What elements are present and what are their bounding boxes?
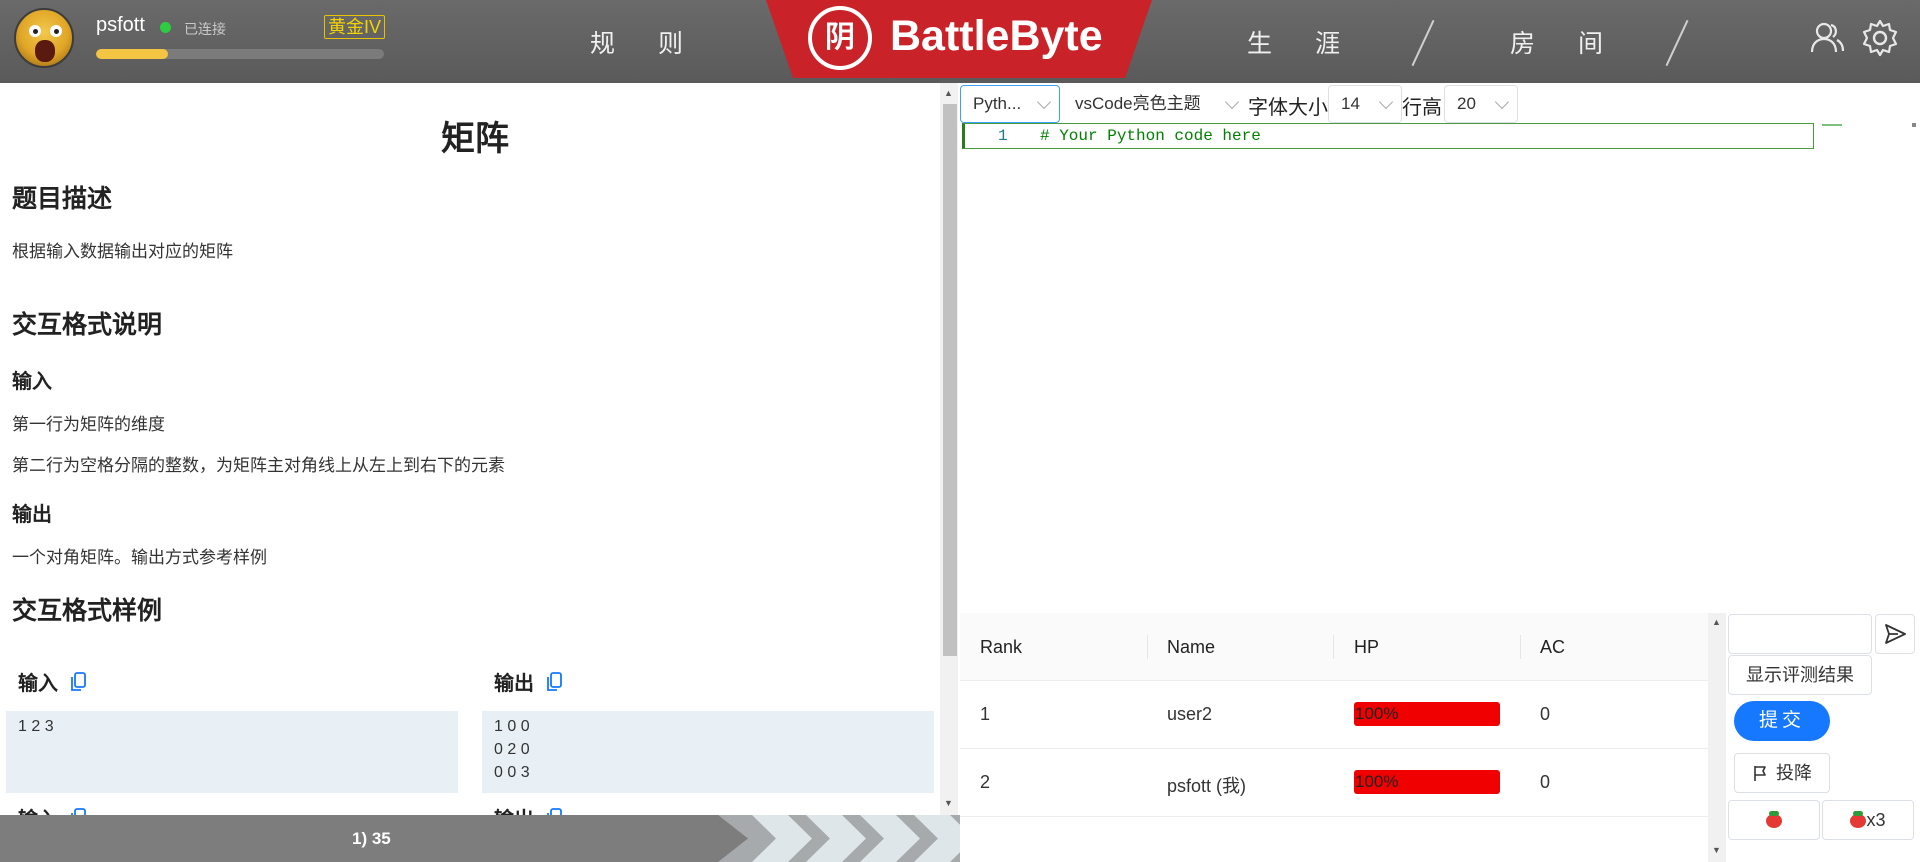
- surrender-button[interactable]: 投降: [1734, 753, 1830, 793]
- hp-bar: 100%: [1354, 702, 1500, 726]
- problem-title: 矩阵: [441, 120, 509, 158]
- cell-ac: 0: [1540, 772, 1551, 792]
- samples-heading: 交互格式样例: [12, 597, 163, 625]
- output-text: 一个对角矩阵。输出方式参考样例: [12, 548, 267, 567]
- nav-career[interactable]: 生 涯: [1247, 24, 1358, 60]
- nav-rooms[interactable]: 房 间: [1510, 24, 1621, 60]
- editor-toolbar: Pyth... vsCode亮色主题 字体大小 14 行高 20: [960, 83, 1920, 123]
- language-select[interactable]: Pyth...: [960, 85, 1060, 123]
- progress-chevron: [752, 815, 812, 862]
- connection-status: 已连接: [184, 21, 226, 37]
- column-header-ac: AC: [1540, 637, 1566, 657]
- output-heading: 输出: [12, 504, 52, 526]
- column-separator: [1333, 635, 1334, 659]
- line-height-label: 行高: [1402, 97, 1442, 119]
- copy-icon[interactable]: [70, 672, 86, 692]
- send-button[interactable]: [1875, 614, 1915, 654]
- ranking-table: Rank Name HP AC 1 user2 100% 0 2 psfott …: [960, 613, 1708, 862]
- font-size-label: 字体大小: [1248, 97, 1328, 119]
- column-header-rank: Rank: [980, 637, 1023, 657]
- code-line[interactable]: # Your Python code here: [1040, 127, 1261, 145]
- table-scrollbar[interactable]: ▲ ▼: [1708, 613, 1726, 862]
- description-heading: 题目描述: [12, 185, 113, 213]
- rank-badge: 黄金IV: [324, 15, 386, 39]
- chat-input[interactable]: [1728, 614, 1872, 654]
- chevron-down-icon: [1494, 94, 1510, 110]
- table-row[interactable]: 2 psfott (我) 100% 0: [960, 749, 1708, 817]
- logo-mark-icon: 阴: [808, 6, 872, 70]
- progress-chevron: [860, 815, 920, 862]
- scroll-down-arrow[interactable]: ▼: [944, 798, 953, 808]
- input-heading: 输入: [12, 371, 52, 393]
- format-heading: 交互格式说明: [12, 311, 163, 339]
- send-icon: [1885, 624, 1906, 644]
- users-icon[interactable]: [1807, 18, 1847, 58]
- tomato-button[interactable]: [1728, 800, 1820, 840]
- username: psfott: [96, 14, 145, 36]
- line-number: 1: [998, 127, 1008, 145]
- tomato-icon: [1766, 811, 1782, 828]
- copy-icon[interactable]: [546, 808, 562, 815]
- hp-bar: 100%: [1354, 770, 1500, 794]
- scroll-up-arrow[interactable]: ▲: [944, 88, 953, 98]
- problem-panel: 矩阵 题目描述 根据输入数据输出对应的矩阵 交互格式说明 输入 第一行为矩阵的维…: [0, 83, 940, 815]
- theme-select[interactable]: vsCode亮色主题: [1062, 85, 1248, 123]
- copy-icon[interactable]: [70, 808, 86, 815]
- scroll-down-arrow[interactable]: ▼: [1712, 845, 1721, 855]
- chevron-down-icon: [1036, 94, 1052, 110]
- cell-ac: 0: [1540, 704, 1551, 724]
- nav-divider: [1411, 19, 1435, 67]
- progress-label: 1) 35: [352, 829, 391, 848]
- sample-input-box[interactable]: 1 2 3: [6, 711, 458, 793]
- column-separator: [1520, 635, 1521, 659]
- editor-minimap[interactable]: [1822, 123, 1916, 127]
- sample-output-box[interactable]: 1 0 0 0 2 0 0 0 3: [482, 711, 934, 793]
- scroll-up-arrow[interactable]: ▲: [1712, 617, 1721, 627]
- column-header-name: Name: [1167, 637, 1216, 657]
- input-line-1: 第一行为矩阵的维度: [12, 415, 165, 434]
- top-header: psfott 已连接 黄金IV 规 则 阴 BattleByte 生 涯 房 间: [0, 0, 1920, 83]
- problem-scrollbar-thumb[interactable]: [943, 104, 957, 656]
- submit-button[interactable]: 提交: [1734, 701, 1830, 741]
- chevron-down-icon: [1378, 94, 1394, 110]
- nav-divider: [1665, 19, 1689, 67]
- sample2-output-label: 输出: [494, 803, 562, 815]
- sample-output-label: 输出: [494, 667, 562, 696]
- chevron-down-icon: [1224, 94, 1240, 110]
- progress-chevron: [914, 815, 960, 862]
- progress-chevron: [806, 815, 866, 862]
- sample2-input-label: 输入: [18, 803, 86, 815]
- show-results-button[interactable]: 显示评测结果: [1728, 655, 1872, 695]
- tomato-icon: [1850, 811, 1867, 828]
- column-separator: [1147, 635, 1148, 659]
- table-row[interactable]: 1 user2 100% 0: [960, 681, 1708, 749]
- code-editor[interactable]: 1 # Your Python code here: [960, 123, 1920, 613]
- tomato-count-button[interactable]: x3: [1822, 800, 1914, 840]
- online-status-dot: [160, 22, 171, 33]
- font-size-select[interactable]: 14: [1328, 85, 1402, 123]
- cell-rank: 2: [980, 772, 991, 792]
- logo-text: BattleByte: [890, 12, 1103, 60]
- user-avatar[interactable]: [14, 8, 74, 68]
- table-header: Rank Name HP AC: [960, 613, 1708, 681]
- copy-icon[interactable]: [546, 672, 562, 692]
- cell-name: psfott (我): [1167, 776, 1247, 796]
- flag-icon: [1754, 766, 1766, 781]
- description-text: 根据输入数据输出对应的矩阵: [12, 242, 233, 261]
- nav-rules[interactable]: 规 则: [590, 24, 701, 60]
- gear-icon[interactable]: [1860, 18, 1900, 58]
- cell-rank: 1: [980, 704, 991, 724]
- column-header-hp: HP: [1354, 637, 1380, 657]
- input-line-2: 第二行为空格分隔的整数，为矩阵主对角线上从左上到右下的元素: [12, 456, 505, 475]
- cell-name: user2: [1167, 704, 1213, 724]
- line-height-select[interactable]: 20: [1444, 85, 1518, 123]
- xp-progress-bar: [96, 49, 384, 59]
- sample-input-label: 输入: [18, 667, 86, 696]
- round-progress-bar: 1) 35: [0, 815, 960, 862]
